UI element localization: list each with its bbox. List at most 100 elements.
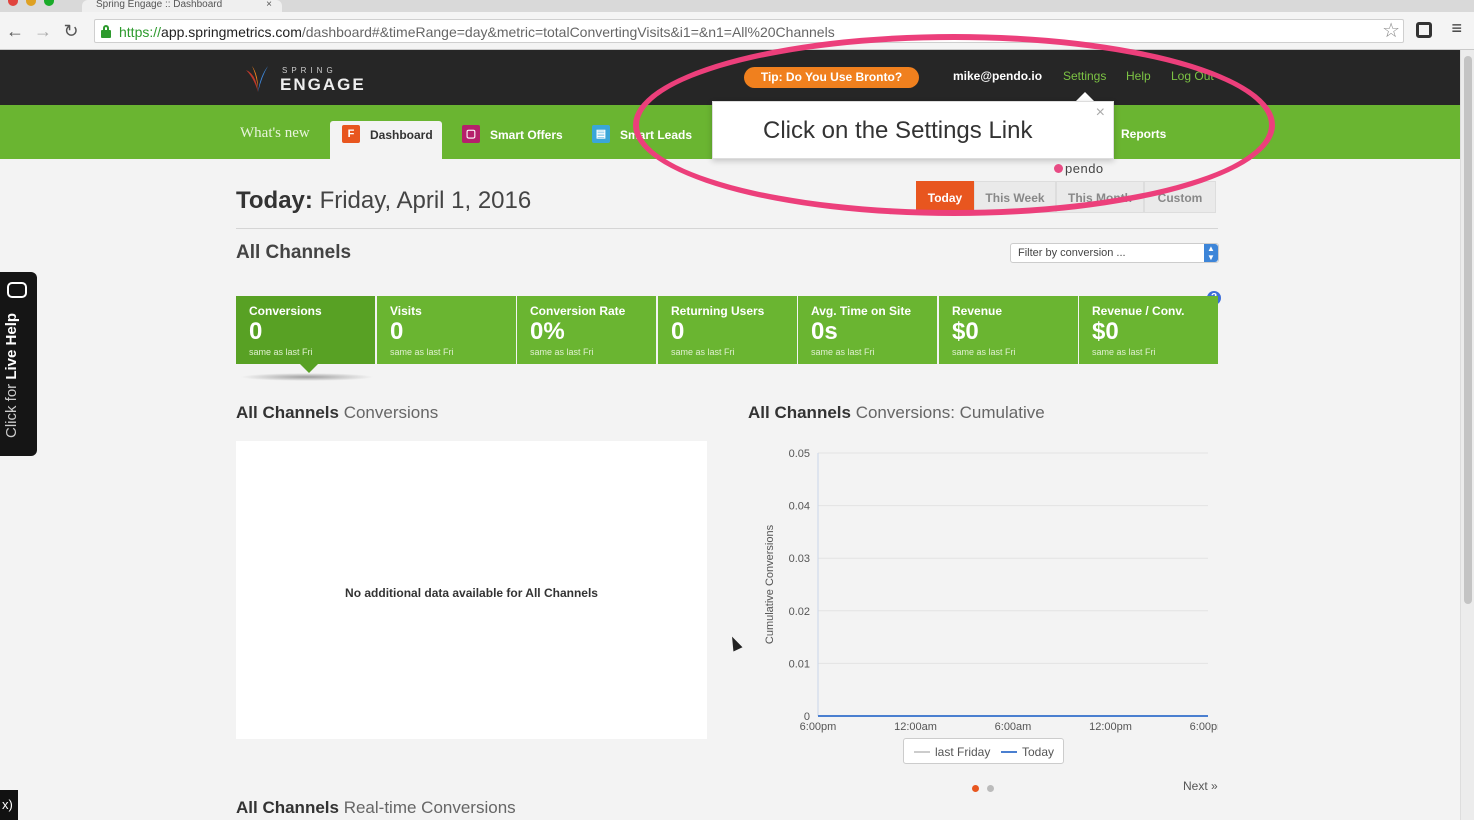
metric-comparison: same as last Fri bbox=[390, 347, 454, 357]
metric-label: Conversions bbox=[249, 304, 322, 318]
dashboard-icon: F bbox=[342, 125, 360, 143]
y-tick-label: 0.01 bbox=[789, 658, 810, 670]
conversion-filter-placeholder: Filter by conversion ... bbox=[1018, 247, 1126, 259]
browser-toolbar: ← → ↻ https://app.springmetrics.com/dash… bbox=[0, 12, 1474, 50]
metric-comparison: same as last Fri bbox=[249, 347, 313, 357]
live-help-tab[interactable]: Click for Live Help bbox=[0, 272, 37, 456]
metric-value: 0s bbox=[811, 318, 838, 345]
page-title: Today: Friday, April 1, 2016 bbox=[236, 187, 532, 214]
pager-dot-active[interactable] bbox=[972, 785, 979, 792]
live-help-label: Click for Live Help bbox=[3, 312, 20, 438]
x-tick-label: 6:00am bbox=[995, 721, 1032, 733]
metric-comparison: same as last Fri bbox=[811, 347, 875, 357]
window-minimize-dot[interactable] bbox=[26, 0, 36, 6]
browser-menu-icon[interactable]: ≡ bbox=[1451, 18, 1462, 39]
metric-conversion-rate[interactable]: Conversion Rate 0% same as last Fri bbox=[517, 296, 656, 364]
bookmark-star-icon[interactable]: ☆ bbox=[1382, 18, 1400, 43]
metric-value: 0 bbox=[671, 318, 685, 345]
x-tick-label: 6:00pm bbox=[1190, 721, 1218, 733]
select-caret-icon: ▲ ▼ bbox=[1204, 244, 1218, 262]
x-tick-label: 12:00am bbox=[894, 721, 937, 733]
legend-label-last-friday: last Friday bbox=[935, 745, 991, 759]
browser-tab-strip: Spring Engage :: Dashboard × bbox=[0, 0, 1474, 12]
corner-badge[interactable]: x) bbox=[0, 790, 18, 820]
section-title: All Channels bbox=[236, 242, 352, 263]
forward-arrow-icon[interactable]: → bbox=[32, 20, 54, 42]
metric-value: 0 bbox=[249, 318, 263, 345]
tab-dashboard[interactable]: F Dashboard bbox=[330, 121, 442, 159]
metric-value: 0% bbox=[530, 318, 565, 345]
reload-icon[interactable]: ↻ bbox=[60, 20, 82, 42]
metrics-strip: Conversions 0 same as last Fri Visits 0 … bbox=[236, 296, 1218, 364]
window-close-dot[interactable] bbox=[8, 0, 18, 6]
y-tick-label: 0.03 bbox=[789, 553, 810, 565]
smart-offers-icon: ▢ bbox=[462, 125, 480, 143]
legend-swatch-last-friday bbox=[914, 751, 930, 753]
metric-label: Returning Users bbox=[671, 304, 765, 318]
smart-leads-icon: ▤ bbox=[592, 125, 610, 143]
x-tick-label: 12:00pm bbox=[1089, 721, 1132, 733]
y-tick-label: 0.02 bbox=[789, 606, 810, 618]
scrollbar-thumb[interactable] bbox=[1464, 56, 1472, 604]
window-zoom-dot[interactable] bbox=[44, 0, 54, 6]
metric-comparison: same as last Fri bbox=[952, 347, 1016, 357]
metric-revenue-per-conversion[interactable]: Revenue / Conv. $0 same as last Fri bbox=[1079, 296, 1218, 364]
logo-top-text: SPRING bbox=[282, 66, 337, 75]
metric-label: Avg. Time on Site bbox=[811, 304, 912, 318]
metric-value: $0 bbox=[952, 318, 979, 345]
metric-avg-time-on-site[interactable]: Avg. Time on Site 0s same as last Fri bbox=[798, 296, 937, 364]
legend-label-today: Today bbox=[1022, 745, 1055, 759]
chart-svg: 00.010.020.030.040.056:00pm 12:00am 6:00am… bbox=[764, 448, 1218, 733]
y-tick-label: 0.04 bbox=[789, 501, 810, 513]
x-tick-label: 6:00pm bbox=[800, 721, 837, 733]
next-link[interactable]: Next » bbox=[1183, 779, 1218, 793]
tab-dashboard-label: Dashboard bbox=[370, 128, 433, 142]
metric-returning-users[interactable]: Returning Users 0 same as last Fri bbox=[658, 296, 797, 364]
empty-state-message: No additional data available for All Cha… bbox=[345, 586, 598, 600]
y-tick-label: 0.05 bbox=[789, 448, 810, 460]
tab-smart-offers-label: Smart Offers bbox=[490, 128, 563, 142]
metric-conversions[interactable]: Conversions 0 same as last Fri bbox=[236, 296, 375, 364]
metric-label: Revenue bbox=[952, 304, 1003, 318]
metric-visits[interactable]: Visits 0 same as last Fri bbox=[377, 296, 516, 364]
chart-pager bbox=[972, 785, 996, 793]
metric-label: Revenue / Conv. bbox=[1092, 304, 1185, 318]
conversions-panel-title: All Channels Conversions bbox=[236, 403, 439, 422]
metric-comparison: same as last Fri bbox=[1092, 347, 1156, 357]
metric-comparison: same as last Fri bbox=[530, 347, 594, 357]
conversions-panel: No additional data available for All Cha… bbox=[236, 441, 707, 739]
extension-icon[interactable] bbox=[1416, 22, 1432, 38]
conversion-filter-select[interactable]: Filter by conversion ... ▲ ▼ bbox=[1010, 243, 1219, 263]
metric-selected-pointer bbox=[300, 364, 318, 373]
chat-bubble-icon bbox=[7, 282, 27, 298]
back-arrow-icon[interactable]: ← bbox=[4, 20, 26, 42]
tab-close-icon[interactable]: × bbox=[266, 0, 272, 10]
spring-engage-logo[interactable]: SPRING ENGAGE bbox=[242, 62, 364, 96]
highlight-ring bbox=[633, 34, 1275, 216]
metric-label: Conversion Rate bbox=[530, 304, 626, 318]
y-axis-label: Cumulative Conversions bbox=[764, 524, 776, 644]
metric-value: $0 bbox=[1092, 318, 1119, 345]
metric-revenue[interactable]: Revenue $0 same as last Fri bbox=[939, 296, 1078, 364]
chart-legend: last Friday Today bbox=[903, 738, 1064, 764]
cumulative-conversions-chart: 0 0.01 0.02 0.03 0.04 0.05 6:00pm 12:00am 6:00am… bbox=[748, 440, 1218, 770]
whats-new-link[interactable]: What's new bbox=[240, 125, 310, 142]
browser-tab-title: Spring Engage :: Dashboard bbox=[96, 0, 223, 10]
lock-icon bbox=[101, 25, 111, 38]
address-bar[interactable]: https://app.springmetrics.com/dashboard#… bbox=[94, 19, 1404, 43]
pager-dot[interactable] bbox=[987, 785, 994, 792]
logo-main-text: ENGAGE bbox=[280, 75, 366, 94]
url-text[interactable]: https://app.springmetrics.com/dashboard#… bbox=[119, 24, 835, 40]
realtime-panel-title: All Channels Real-time Conversions bbox=[236, 798, 516, 817]
page-scrollbar[interactable] bbox=[1460, 50, 1474, 820]
legend-swatch-today bbox=[1001, 751, 1017, 753]
metric-value: 0 bbox=[390, 318, 404, 345]
title-divider bbox=[236, 228, 1218, 229]
cumulative-panel-title: All Channels Conversions: Cumulative bbox=[748, 403, 1045, 422]
mouse-cursor-icon bbox=[727, 634, 743, 652]
tab-smart-offers[interactable]: ▢ Smart Offers bbox=[450, 121, 580, 159]
metric-comparison: same as last Fri bbox=[671, 347, 735, 357]
browser-tab[interactable]: Spring Engage :: Dashboard × bbox=[82, 0, 282, 12]
metric-shadow bbox=[240, 373, 374, 381]
metric-label: Visits bbox=[390, 304, 422, 318]
